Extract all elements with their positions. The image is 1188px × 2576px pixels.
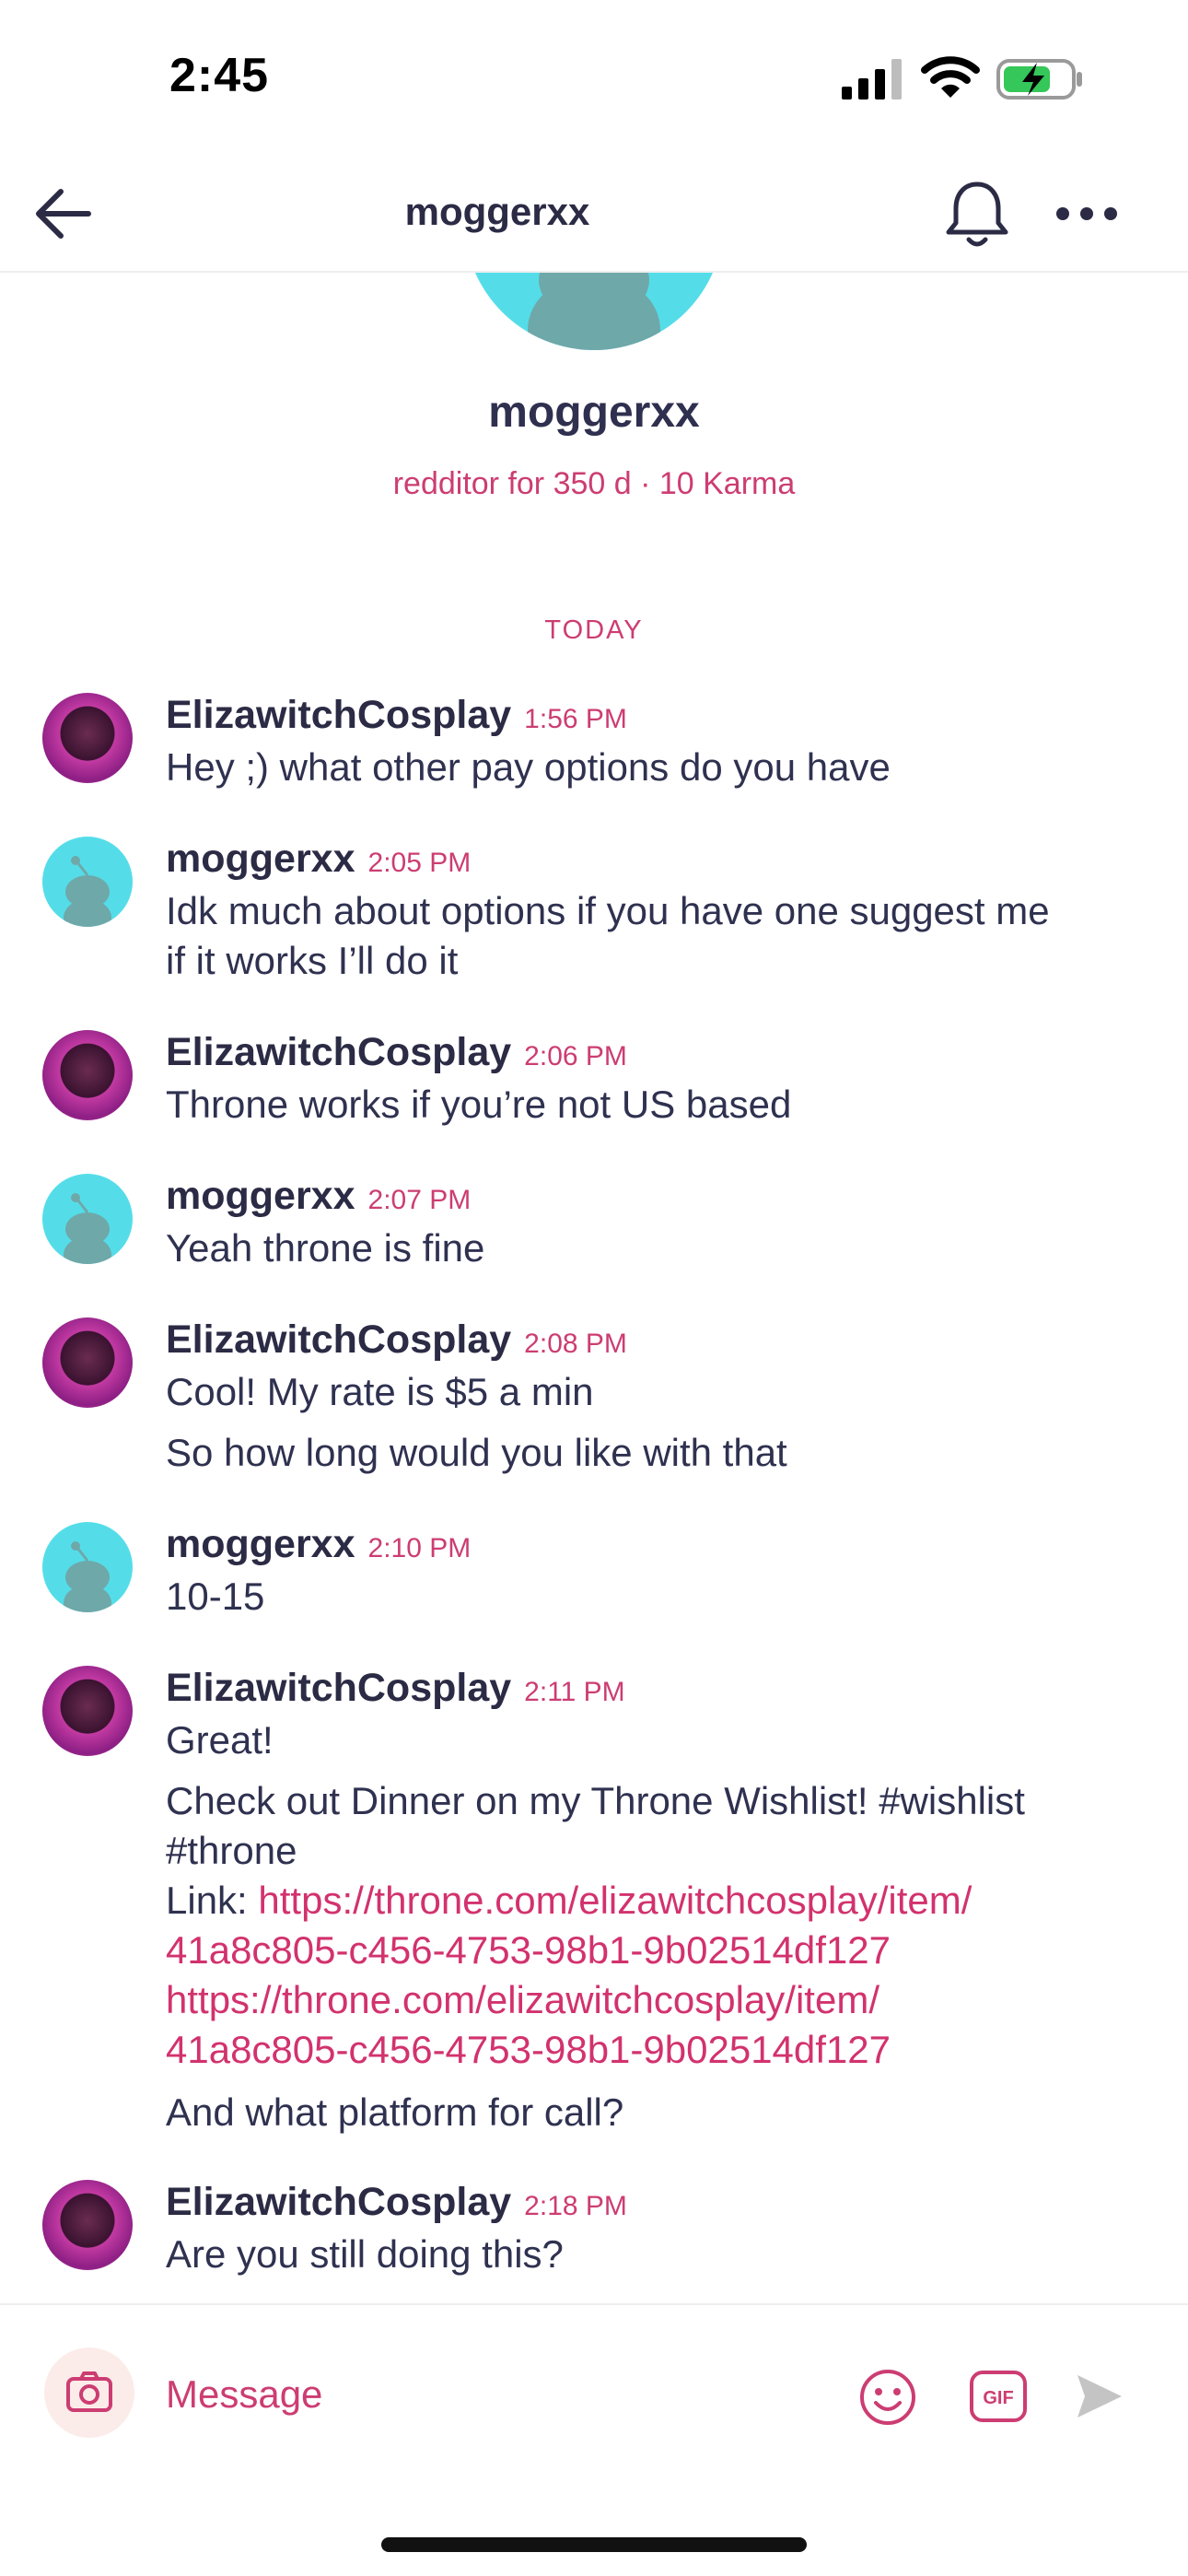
bell-icon[interactable] bbox=[939, 175, 1015, 251]
avatar[interactable] bbox=[42, 2180, 133, 2270]
message-input[interactable] bbox=[166, 2362, 810, 2427]
avatar[interactable] bbox=[42, 837, 133, 927]
message-time: 2:06 PM bbox=[524, 1041, 627, 1071]
message-header: moggerxx 2:05 PM bbox=[166, 837, 471, 882]
message-header: ElizawitchCosplay 2:08 PM bbox=[166, 1317, 627, 1363]
message-header: moggerxx 2:07 PM bbox=[166, 1174, 471, 1219]
camera-icon bbox=[66, 2371, 112, 2412]
message-text: So how long would you like with that bbox=[166, 1431, 787, 1474]
message-header: moggerxx 2:10 PM bbox=[166, 1522, 471, 1567]
author-name[interactable]: moggerxx bbox=[166, 1522, 355, 1566]
author-name[interactable]: ElizawitchCosplay bbox=[166, 2180, 511, 2224]
svg-text:GIF: GIF bbox=[983, 2388, 1013, 2408]
message-text: Check out Dinner on my Throne Wishlist! … bbox=[166, 1779, 1025, 1822]
profile-name[interactable]: moggerxx bbox=[0, 387, 1188, 438]
message-time: 2:11 PM bbox=[524, 1677, 625, 1707]
message-time: 2:08 PM bbox=[524, 1329, 627, 1359]
message-text: Throne works if you’re not US based bbox=[166, 1083, 792, 1126]
message-time: 1:56 PM bbox=[524, 704, 627, 734]
author-name[interactable]: ElizawitchCosplay bbox=[166, 1666, 511, 1710]
gif-icon[interactable]: GIF bbox=[969, 2370, 1028, 2423]
message-text: And what platform for call? bbox=[166, 2090, 624, 2134]
day-divider: TODAY bbox=[544, 615, 644, 645]
message-header: ElizawitchCosplay 2:06 PM bbox=[166, 1030, 627, 1075]
snoo-avatar-icon bbox=[64, 1193, 111, 1264]
message-text: Hey ;) what other pay options do you hav… bbox=[166, 745, 891, 789]
message-header: ElizawitchCosplay 1:56 PM bbox=[166, 693, 627, 738]
message-text: 10-15 bbox=[166, 1575, 265, 1618]
avatar[interactable] bbox=[42, 1522, 133, 1612]
wifi-icon bbox=[921, 56, 980, 98]
message-text: Great! bbox=[166, 1718, 274, 1762]
profile-avatar bbox=[464, 273, 724, 350]
emoji-icon[interactable] bbox=[858, 2368, 917, 2427]
avatar[interactable] bbox=[42, 1030, 133, 1120]
avatar[interactable] bbox=[42, 1174, 133, 1264]
message-time: 2:10 PM bbox=[367, 1533, 472, 1563]
message-time: 2:18 PM bbox=[524, 2191, 627, 2221]
avatar[interactable] bbox=[42, 1666, 133, 1756]
message-header: ElizawitchCosplay 2:11 PM bbox=[166, 1666, 625, 1711]
profile-section: moggerxx redditor for 350 d · 10 Karma bbox=[0, 273, 1188, 549]
message-text: Yeah throne is fine bbox=[166, 1226, 485, 1270]
profile-meta: redditor for 350 d · 10 Karma bbox=[392, 466, 796, 501]
more-icon[interactable] bbox=[1050, 181, 1124, 247]
camera-button[interactable] bbox=[44, 2348, 134, 2438]
author-name[interactable]: moggerxx bbox=[166, 837, 355, 881]
message-text: Are you still doing this? bbox=[166, 2232, 564, 2276]
message-text: #throne bbox=[166, 1829, 297, 1872]
throne-link[interactable]: https://throne.com/elizawitchcosplay/ite… bbox=[166, 1975, 879, 2025]
home-indicator bbox=[381, 2537, 807, 2552]
avatar[interactable] bbox=[42, 1317, 133, 1408]
send-icon[interactable] bbox=[1072, 2370, 1125, 2423]
message-composer: GIF bbox=[0, 2303, 1188, 2489]
message-text-link-line: Link: https://throne.com/elizawitchcospl… bbox=[166, 1876, 972, 1926]
snoo-avatar-icon bbox=[64, 1541, 111, 1612]
message-header: ElizawitchCosplay 2:18 PM bbox=[166, 2180, 627, 2225]
message-time: 2:07 PM bbox=[367, 1185, 472, 1215]
header-title: moggerxx bbox=[404, 190, 590, 233]
chat-header: moggerxx bbox=[0, 157, 1188, 273]
author-name[interactable]: ElizawitchCosplay bbox=[166, 1030, 511, 1074]
message-time: 2:05 PM bbox=[367, 848, 472, 878]
snoo-avatar-icon bbox=[528, 273, 660, 350]
author-name[interactable]: ElizawitchCosplay bbox=[166, 1317, 511, 1362]
signal-icon bbox=[842, 59, 902, 100]
author-name[interactable]: moggerxx bbox=[166, 1174, 355, 1218]
throne-link[interactable]: https://throne.com/elizawitchcosplay/ite… bbox=[258, 1879, 972, 1922]
status-bar: 2:45 bbox=[0, 0, 1188, 157]
message-text: Idk much about options if you have one s… bbox=[166, 889, 1050, 932]
author-name[interactable]: ElizawitchCosplay bbox=[166, 693, 511, 737]
avatar[interactable] bbox=[42, 693, 133, 783]
throne-link[interactable]: 41a8c805-c456-4753-98b1-9b02514df127 bbox=[166, 1926, 891, 1975]
snoo-avatar-icon bbox=[64, 856, 111, 927]
status-time: 2:45 bbox=[169, 49, 270, 102]
message-text: Cool! My rate is $5 a min bbox=[166, 1370, 594, 1413]
throne-link[interactable]: 41a8c805-c456-4753-98b1-9b02514df127 bbox=[166, 2025, 891, 2075]
message-text: if it works I’ll do it bbox=[166, 939, 459, 982]
battery-icon bbox=[996, 59, 1082, 100]
link-prefix: Link: bbox=[166, 1879, 259, 1922]
